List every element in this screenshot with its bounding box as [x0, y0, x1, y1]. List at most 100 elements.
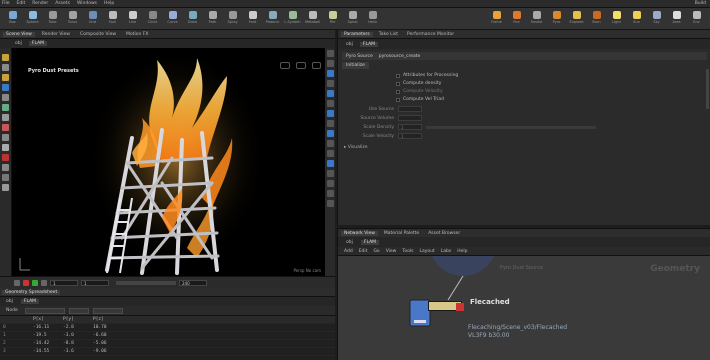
shelf-tool-file[interactable]: File [324, 11, 341, 28]
check-row[interactable]: Compute Vel Triad [396, 97, 444, 102]
menu-file[interactable]: File [2, 1, 10, 6]
table-row[interactable]: 2 -14.42 -8.8 -5.06 [0, 340, 335, 348]
table-row[interactable]: 0 -16.11 -2.8 10.78 [0, 324, 335, 332]
shelf-tool-flame[interactable]: Flame [488, 11, 505, 28]
menu-edit[interactable]: Edit [17, 1, 26, 6]
path-obj[interactable]: obj [343, 42, 356, 47]
path-node[interactable]: FLAM [20, 299, 40, 304]
shelf-tool-line[interactable]: Line [124, 11, 141, 28]
menu-edit[interactable]: Edit [359, 249, 368, 254]
view-tool-icon[interactable] [2, 114, 9, 121]
display-options-button[interactable] [280, 62, 290, 69]
tab-asset-browser[interactable]: Asset Browser [425, 231, 463, 236]
tab-render-view[interactable]: Render View [39, 32, 73, 37]
checkbox[interactable] [396, 81, 400, 86]
tab-parameters[interactable]: Parameters [341, 31, 373, 37]
shelf-tool-area[interactable]: Area [668, 11, 685, 28]
light-tool-icon[interactable] [2, 174, 9, 181]
param-value[interactable] [398, 106, 422, 112]
node-field[interactable] [24, 307, 65, 314]
points-icon[interactable] [326, 90, 334, 97]
timeline-slider[interactable] [116, 280, 176, 285]
rotate-tool-icon[interactable] [2, 74, 9, 81]
param-value[interactable]: 1 [398, 124, 422, 130]
tab-motion-fx[interactable]: Motion FX [123, 32, 151, 37]
shelf-tool-path[interactable]: Path [204, 11, 221, 28]
tab-scene-view[interactable]: Scene View [3, 31, 35, 37]
shelf-tool-grid[interactable]: Grid [84, 11, 101, 28]
menu-add[interactable]: Add [344, 249, 353, 254]
tab-material-palette[interactable]: Material Palette [381, 231, 422, 236]
camera-menu-button[interactable] [296, 62, 306, 69]
folder-visualize[interactable]: ▸ Visualize [344, 145, 368, 150]
shelf-tool-smoke[interactable]: Smoke [528, 11, 545, 28]
check-row[interactable]: Attributes for Processing [396, 73, 458, 78]
param-value[interactable] [398, 115, 422, 121]
light-icon[interactable] [326, 140, 334, 147]
shelf-tool-sphere[interactable]: Sphere [24, 11, 41, 28]
shelf-tool-tube[interactable]: Tube [44, 11, 61, 28]
group-filter[interactable] [68, 307, 89, 314]
tab-geometry-spreadsheet[interactable]: Geometry Spreadsheet [2, 289, 61, 295]
checkbox[interactable] [396, 73, 400, 78]
shelf-tool-l-system[interactable]: L-System [284, 11, 301, 28]
grid-icon[interactable] [326, 120, 334, 127]
menu-view[interactable]: View [386, 249, 397, 254]
folder-initialize[interactable]: Initialize [342, 62, 369, 69]
path-node[interactable]: FLAM [359, 41, 379, 47]
shelf-tool-burn[interactable]: Burn [588, 11, 605, 28]
ghost-icon[interactable] [326, 110, 334, 117]
guide-icon[interactable] [326, 180, 334, 187]
scale-tool-icon[interactable] [2, 84, 9, 91]
shelf-tool-font[interactable]: Font [244, 11, 261, 28]
menu-windows[interactable]: Windows [77, 1, 97, 6]
tab-take-list[interactable]: Take List [376, 32, 401, 37]
shelf-tool-spray[interactable]: Spray [224, 11, 241, 28]
jump-end-icon[interactable] [41, 279, 47, 286]
shelf-tool-pyro[interactable]: Pyro [548, 11, 565, 28]
home-icon[interactable] [326, 200, 334, 207]
fog-icon[interactable] [326, 150, 334, 157]
wire-icon[interactable] [326, 70, 334, 77]
shelf-tool-circle[interactable]: Circle [144, 11, 161, 28]
bg-icon[interactable] [326, 170, 334, 177]
column-header[interactable]: P[z] [90, 317, 120, 322]
menu-assets[interactable]: Assets [55, 1, 70, 6]
bounds-icon[interactable] [326, 130, 334, 137]
path-obj[interactable]: obj [12, 41, 25, 46]
shelf-tool-light[interactable]: Light [608, 11, 625, 28]
normals-icon[interactable] [326, 100, 334, 107]
shelf-tool-curve[interactable]: Curve [164, 11, 181, 28]
menu-labs[interactable]: Labs [441, 249, 451, 254]
xray-icon[interactable] [326, 160, 334, 167]
tab-performance-monitor[interactable]: Performance Monitor [404, 32, 457, 37]
brush-tool-icon[interactable] [2, 144, 9, 151]
column-header[interactable]: P[x] [30, 317, 60, 322]
check-row[interactable]: Compute density [396, 81, 441, 86]
camera-tool-icon[interactable] [2, 184, 9, 191]
shelf-tool-spiral[interactable]: Spiral [344, 11, 361, 28]
menu-go[interactable]: Go [373, 249, 379, 254]
shelf-tool-sky[interactable]: Sky [648, 11, 665, 28]
parameter-scrollbar[interactable] [706, 69, 709, 109]
network-editor[interactable]: Geometry Pyro Dust Source Flecached Flec… [337, 256, 710, 360]
menu-render[interactable]: Render [32, 1, 48, 6]
tab-network-view[interactable]: Network View [341, 230, 378, 236]
scene-viewport[interactable]: Pyro Dust Presets Persp No cam [12, 48, 325, 276]
attribute-filter[interactable] [92, 307, 123, 314]
display-flag-icon[interactable] [456, 303, 464, 311]
shelf-tool-sun[interactable]: Sun [628, 11, 645, 28]
table-row[interactable]: 1 -19.5 -3.0 -6.60 [0, 332, 335, 340]
record-tool-icon[interactable] [2, 124, 9, 131]
measure-tool-icon[interactable] [2, 164, 9, 171]
path-node[interactable]: FLAM [28, 41, 48, 46]
param-value[interactable]: 1 [398, 133, 422, 139]
play-icon[interactable] [32, 279, 38, 286]
jump-start-icon[interactable] [14, 279, 20, 286]
checkbox[interactable] [396, 89, 400, 94]
shelf-tool-fire[interactable]: Fire [508, 11, 525, 28]
shelf-tool-env[interactable]: Env [688, 11, 705, 28]
path-obj[interactable]: obj [3, 299, 16, 304]
shelf-tool-metaball[interactable]: Metaball [304, 11, 321, 28]
magnet-tool-icon[interactable] [2, 154, 9, 161]
